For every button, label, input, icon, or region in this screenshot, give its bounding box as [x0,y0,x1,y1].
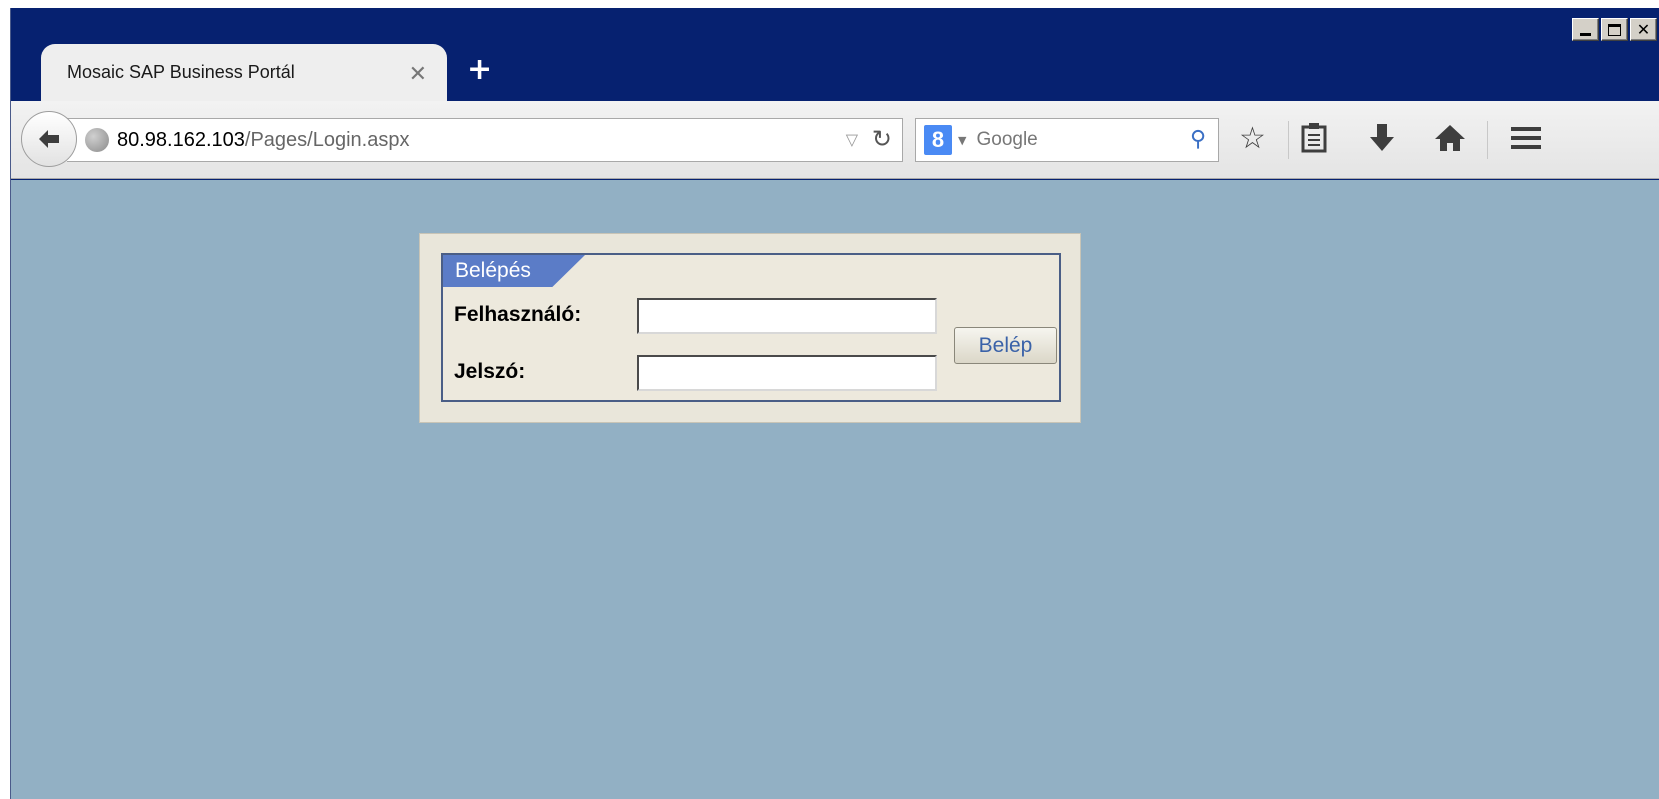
new-tab-button[interactable]: + [467,52,492,87]
toolbar-divider [1487,121,1488,159]
home-icon[interactable] [1433,121,1467,166]
tab-mosaic-portal[interactable]: Mosaic SAP Business Portál ✕ [41,44,447,101]
tab-title: Mosaic SAP Business Portál [67,62,295,82]
login-button[interactable]: Belép [954,327,1057,364]
reload-icon[interactable]: ↻ [872,125,892,153]
bookmark-star-icon[interactable]: ☆ [1239,119,1266,159]
close-window-button[interactable]: ✕ [1630,18,1657,41]
menu-icon[interactable] [1509,121,1543,166]
reading-list-icon[interactable] [1299,121,1329,166]
browser-window: ✕ Mosaic SAP Business Portál ✕ + 80.98.1… [10,8,1659,799]
search-bar[interactable]: 8 ▼ Google ⚲ [915,118,1219,162]
navigation-toolbar: 80.98.162.103/Pages/Login.aspx ▽ ↻ 8 ▼ G… [11,101,1659,179]
url-path: /Pages/Login.aspx [244,128,410,151]
login-panel: Belépés Felhasználó: Jelszó: Belép [419,233,1081,423]
dropdown-icon[interactable]: ▽ [846,130,858,149]
page-content: Belépés Felhasználó: Jelszó: Belép [11,180,1659,799]
back-button[interactable] [21,111,77,167]
username-label: Felhasználó: [454,303,582,326]
password-input[interactable] [637,355,937,391]
url-host: 80.98.162.103 [117,128,245,151]
search-input[interactable]: Google [976,129,1037,151]
title-bar: ✕ Mosaic SAP Business Portál ✕ + [11,8,1659,101]
minimize-button[interactable] [1572,18,1599,41]
chevron-down-icon[interactable]: ▼ [958,134,966,147]
username-input[interactable] [637,298,937,334]
login-tab-title: Belépés [443,255,585,287]
minimize-icon [1580,32,1591,36]
window-controls: ✕ [1572,18,1657,41]
url-bar[interactable]: 80.98.162.103/Pages/Login.aspx ▽ ↻ [67,118,903,162]
password-label: Jelszó: [454,360,526,383]
login-form: Belépés Felhasználó: Jelszó: Belép [441,253,1061,402]
globe-icon [85,128,109,152]
maximize-button[interactable] [1601,18,1628,41]
search-engine-icon[interactable]: 8 [924,125,952,155]
tab-close-icon[interactable]: ✕ [409,62,427,87]
search-icon[interactable]: ⚲ [1190,127,1206,152]
download-icon[interactable] [1367,121,1397,166]
toolbar-divider [1288,121,1289,159]
back-icon [39,130,59,148]
maximize-icon [1608,23,1621,36]
close-icon: ✕ [1636,19,1651,39]
